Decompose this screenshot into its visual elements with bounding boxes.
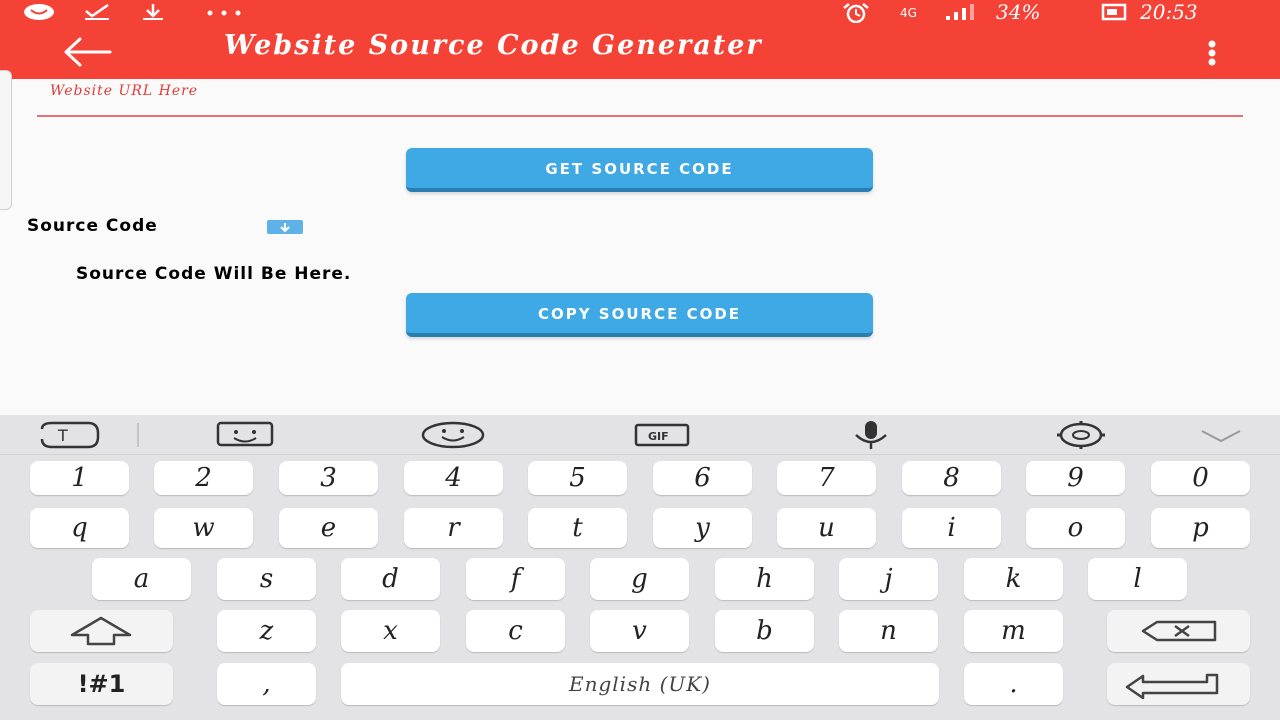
page-title: Website Source Code Generater (224, 30, 763, 61)
key-6[interactable]: 6 (653, 461, 752, 495)
url-input[interactable]: Website URL Here (37, 80, 1243, 118)
source-code-output: Source Code Will Be Here. (76, 264, 352, 284)
backspace-icon (1141, 620, 1217, 642)
text-mode-icon[interactable]: T (34, 419, 104, 451)
url-input-underline (37, 115, 1243, 117)
key-h[interactable]: h (715, 558, 814, 600)
emoji-icon[interactable] (420, 419, 486, 451)
key-o[interactable]: o (1026, 508, 1125, 548)
key-a[interactable]: a (92, 558, 191, 600)
key-c[interactable]: c (466, 610, 565, 652)
key-q[interactable]: q (30, 508, 129, 548)
battery-icon (1101, 3, 1127, 21)
key-l[interactable]: l (1088, 558, 1187, 600)
shift-arrow-icon (70, 616, 132, 646)
space-key[interactable]: English (UK) (341, 663, 939, 705)
key-e[interactable]: e (279, 508, 378, 548)
back-arrow-icon[interactable] (60, 34, 116, 70)
key-k[interactable]: k (964, 558, 1063, 600)
key-2[interactable]: 2 (154, 461, 253, 495)
key-8[interactable]: 8 (902, 461, 1001, 495)
key-5[interactable]: 5 (528, 461, 627, 495)
shift-key[interactable] (30, 610, 173, 652)
microphone-icon[interactable] (846, 419, 896, 451)
get-source-code-button[interactable]: GET SOURCE CODE (406, 148, 873, 192)
enter-key[interactable] (1107, 663, 1250, 705)
key-d[interactable]: d (341, 558, 440, 600)
backspace-key[interactable] (1107, 610, 1250, 652)
key-4[interactable]: 4 (404, 461, 503, 495)
key-y[interactable]: y (653, 508, 752, 548)
signal-strength-icon (946, 4, 974, 20)
on-screen-keyboard: T GIF 1 2 3 4 5 6 7 8 9 0 q w e r t y u … (0, 415, 1280, 720)
download-done-icon (85, 3, 109, 20)
alarm-icon (843, 3, 869, 23)
key-n[interactable]: n (839, 610, 938, 652)
down-arrow-icon (267, 220, 303, 234)
key-b[interactable]: b (715, 610, 814, 652)
key-g[interactable]: g (590, 558, 689, 600)
key-w[interactable]: w (154, 508, 253, 548)
key-v[interactable]: v (590, 610, 689, 652)
keyboard-toolbar: T GIF (0, 415, 1280, 455)
key-1[interactable]: 1 (30, 461, 129, 495)
key-9[interactable]: 9 (1026, 461, 1125, 495)
app-bar: 4G 34% 20:53 Website Source Code Generat… (0, 0, 1280, 79)
key-i[interactable]: i (902, 508, 1001, 548)
download-icon (143, 4, 163, 20)
period-key[interactable]: . (964, 663, 1063, 705)
key-7[interactable]: 7 (777, 461, 876, 495)
key-x[interactable]: x (341, 610, 440, 652)
settings-gear-icon[interactable] (1048, 419, 1114, 451)
more-notifications-icon (207, 10, 241, 16)
key-f[interactable]: f (466, 558, 565, 600)
comma-key[interactable]: , (217, 663, 316, 705)
key-u[interactable]: u (777, 508, 876, 548)
source-code-heading: Source Code (27, 216, 158, 236)
network-type: 4G (900, 6, 917, 20)
messenger-icon (24, 4, 54, 20)
sticker-icon[interactable] (214, 419, 276, 451)
clock: 20:53 (1140, 0, 1198, 24)
key-3[interactable]: 3 (279, 461, 378, 495)
url-input-hint: Website URL Here (50, 83, 199, 99)
key-m[interactable]: m (964, 610, 1063, 652)
key-z[interactable]: z (217, 610, 316, 652)
overflow-menu-icon[interactable] (1200, 38, 1224, 68)
battery-percent: 34% (996, 0, 1041, 24)
status-bar: 4G 34% 20:53 (0, 0, 1280, 24)
gif-icon[interactable]: GIF (632, 419, 694, 451)
key-0[interactable]: 0 (1151, 461, 1250, 495)
collapse-keyboard-icon[interactable] (1198, 419, 1244, 451)
symbols-key[interactable]: !#1 (30, 663, 173, 705)
svg-text:T: T (57, 426, 68, 445)
svg-text:GIF: GIF (648, 430, 669, 443)
enter-arrow-icon (1125, 673, 1219, 700)
key-s[interactable]: s (217, 558, 316, 600)
edge-panel-handle[interactable] (0, 70, 12, 210)
key-j[interactable]: j (839, 558, 938, 600)
copy-source-code-button[interactable]: COPY SOURCE CODE (406, 293, 873, 337)
key-r[interactable]: r (404, 508, 503, 548)
key-t[interactable]: t (528, 508, 627, 548)
key-p[interactable]: p (1151, 508, 1250, 548)
toolbar-divider (137, 423, 139, 447)
